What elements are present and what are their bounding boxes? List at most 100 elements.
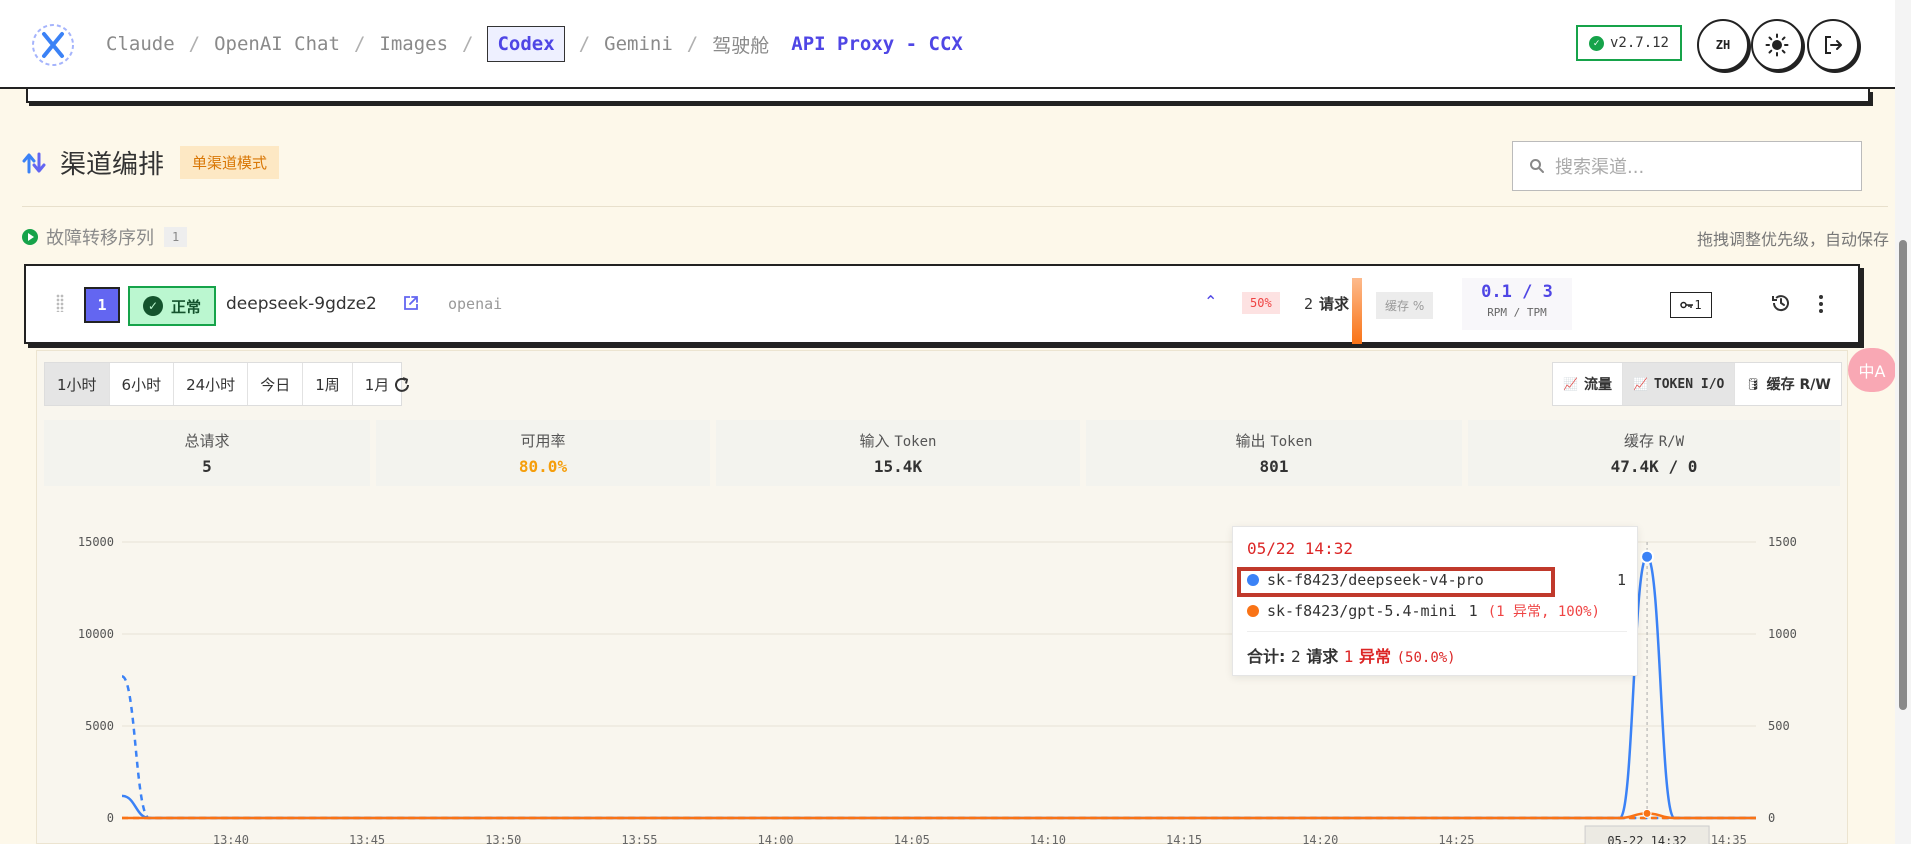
version-badge: ✓ v2.7.12 — [1576, 25, 1682, 61]
range-24h[interactable]: 24小时 — [174, 363, 249, 405]
history-icon[interactable] — [1770, 292, 1792, 314]
stat-value: 15.4K — [873, 457, 923, 476]
drag-handle-icon[interactable] — [56, 294, 64, 312]
stat-value: 5 — [202, 457, 212, 476]
app-header: Claude / OpenAI Chat / Images / Codex / … — [0, 0, 1895, 89]
y-left-tick-label: 0 — [107, 811, 114, 825]
total-err-label: 异常 — [1359, 647, 1392, 666]
stat-label: 输入 Token — [716, 430, 1080, 451]
x-tick-label: 14:35 — [1711, 833, 1747, 844]
stat-value: 80.0% — [518, 457, 568, 476]
refresh-icon[interactable] — [390, 373, 414, 397]
language-label: ZH — [1715, 38, 1731, 52]
nav-codex[interactable]: Codex — [487, 26, 565, 62]
y-left-tick-label: 5000 — [85, 719, 114, 733]
search-icon — [1530, 159, 1544, 173]
nav-separator: / — [686, 33, 699, 55]
total-count: 2 — [1290, 647, 1301, 666]
logout-icon — [1825, 36, 1842, 54]
stat-label: 输出 Token — [1086, 430, 1462, 451]
nav-gemini[interactable]: Gemini — [604, 33, 673, 55]
channel-card[interactable]: 1 ✓ 正常 deepseek-9gdze2 openai ⌃ 50% 2 请求 … — [24, 264, 1860, 344]
app-logo[interactable] — [30, 22, 76, 68]
scrollbar-thumb[interactable] — [1899, 240, 1907, 710]
section-header: 渠道编排 单渠道模式 — [22, 144, 280, 181]
range-today[interactable]: 今日 — [248, 363, 304, 405]
y-left-tick-label: 10000 — [78, 627, 114, 641]
x-tick-label: 14:00 — [758, 833, 794, 844]
external-link-icon[interactable] — [402, 294, 420, 312]
x-tick-label: 14:05 — [894, 833, 930, 844]
translate-floating-button[interactable]: 中A — [1848, 348, 1896, 392]
database-icon: 🛢 — [1745, 377, 1761, 391]
tooltip-row: sk-f8423/deepseek-v4-pro 1 — [1247, 571, 1627, 589]
metric-tabs: 📈 流量 📈 TOKEN I/O 🛢 缓存 R/W — [1552, 362, 1842, 406]
x-tick-label: 14:25 — [1438, 833, 1474, 844]
key-icon — [1680, 301, 1694, 309]
stat-label: 缓存 R/W — [1468, 430, 1840, 451]
range-1h[interactable]: 1小时 — [45, 363, 110, 405]
activity-bar — [1352, 278, 1362, 344]
status-badge: ✓ 正常 — [128, 286, 216, 326]
crosshair-axis-label: 05-22 14:32 — [1607, 834, 1686, 844]
nav-claude[interactable]: Claude — [106, 33, 175, 55]
nav-cockpit[interactable]: 驾驶舱 — [712, 31, 769, 58]
section-divider — [22, 206, 1888, 207]
drag-hint: 拖拽调整优先级，自动保存 — [1696, 230, 1889, 249]
failover-count: 1 — [164, 227, 188, 247]
x-tick-label: 13:55 — [621, 833, 657, 844]
rate-limit-box: 0.1 / 3 RPM / TPM — [1462, 278, 1572, 330]
stat-input-token: 输入 Token 15.4K — [716, 420, 1080, 486]
stat-value: 801 — [1259, 457, 1289, 476]
nav-openai-chat[interactable]: OpenAI Chat — [214, 33, 340, 55]
brand-title: API Proxy - CCX — [791, 33, 963, 55]
request-count: 2 请求 — [1304, 293, 1349, 314]
tooltip-total: 合计: 2 请求 1 异常 (50.0%) — [1247, 643, 1456, 667]
stat-output-token: 输出 Token 801 — [1086, 420, 1462, 486]
logout-button[interactable] — [1807, 19, 1859, 71]
previous-card-edge — [26, 89, 1870, 103]
channel-search-input[interactable]: 搜索渠道... — [1512, 141, 1862, 191]
series-line — [120, 675, 1756, 820]
request-count-label: 请求 — [1319, 295, 1350, 313]
more-vertical-icon[interactable] — [1818, 294, 1824, 314]
language-button[interactable]: ZH — [1697, 19, 1749, 71]
stat-label-unit: Token — [1270, 434, 1313, 450]
total-req-label: 请求 — [1306, 647, 1339, 666]
x-tick-label: 13:50 — [485, 833, 521, 844]
line-chart-icon: 📈 — [1632, 377, 1648, 391]
tab-token-io[interactable]: 📈 TOKEN I/O — [1622, 363, 1736, 405]
check-circle-icon: ✓ — [1588, 35, 1604, 51]
range-6h[interactable]: 6小时 — [110, 363, 175, 405]
y-right-tick-label: 1000 — [1768, 627, 1797, 641]
tooltip-series-name: sk-f8423/deepseek-v4-pro — [1267, 571, 1484, 589]
channel-name[interactable]: deepseek-9gdze2 — [226, 294, 377, 314]
chevron-up-icon[interactable]: ⌃ — [1204, 292, 1217, 311]
cache-badge: 缓存 % — [1376, 292, 1434, 319]
y-right-tick-label: 1500 — [1768, 535, 1797, 549]
stat-label: 可用率 — [520, 432, 566, 450]
line-chart-icon: 📈 — [1563, 377, 1578, 391]
stat-cache-rw: 缓存 R/W 47.4K / 0 — [1468, 420, 1840, 486]
sort-arrows-icon — [22, 152, 46, 173]
stat-label-text: 输入 — [859, 432, 890, 450]
tooltip-series-count: 1 — [1617, 571, 1627, 589]
nav-images[interactable]: Images — [379, 33, 448, 55]
check-circle-icon: ✓ — [142, 296, 163, 316]
version-text: v2.7.12 — [1609, 35, 1669, 51]
mode-badge: 单渠道模式 — [180, 146, 280, 179]
tab-traffic[interactable]: 📈 流量 — [1553, 363, 1623, 405]
section-title: 渠道编排 — [60, 150, 165, 180]
rate-label: RPM / TPM — [1487, 306, 1547, 319]
range-1w[interactable]: 1周 — [303, 363, 353, 405]
api-keys-button[interactable]: 1 — [1670, 292, 1712, 318]
tab-cache-rw[interactable]: 🛢 缓存 R/W — [1735, 363, 1840, 405]
sun-icon — [1765, 33, 1789, 57]
failover-label: 故障转移序列 — [46, 228, 154, 249]
status-text: 正常 — [170, 297, 201, 316]
theme-toggle-button[interactable] — [1751, 19, 1803, 71]
y-right-tick-label: 0 — [1768, 811, 1775, 825]
total-err-count: 1 — [1343, 647, 1354, 666]
channel-type: openai — [448, 295, 503, 313]
chart-tooltip: 05/22 14:32 sk-f8423/deepseek-v4-pro 1 s… — [1232, 526, 1638, 676]
